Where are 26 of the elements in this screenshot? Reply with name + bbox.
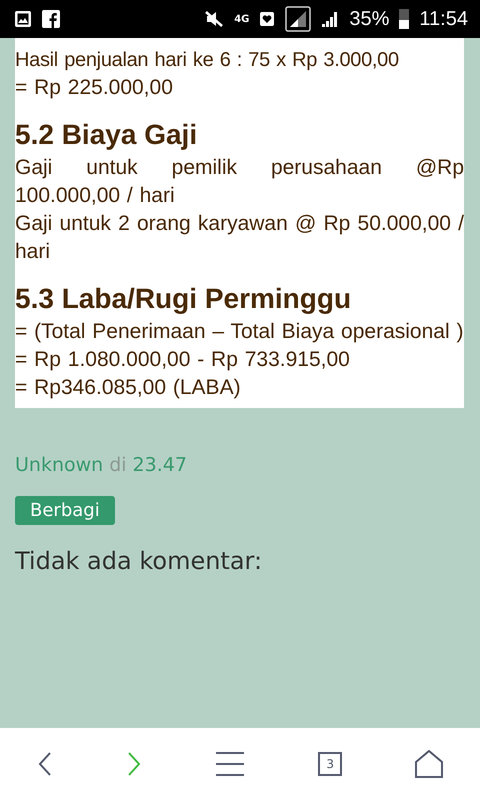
back-icon[interactable]	[36, 751, 53, 777]
facebook-icon	[42, 10, 60, 28]
article-text: = Rp 225.000,00	[15, 75, 174, 101]
gallery-icon	[14, 10, 32, 28]
article-text: Gaji untuk pemilik perusahaan @Rp 100.000,00 / hari	[15, 155, 464, 209]
author-link[interactable]: Unknown	[15, 454, 104, 476]
article-text: Hasil penjualan hari ke 6 : 75 x Rp 3.000,00	[15, 48, 400, 73]
article-text: Gaji untuk 2 orang karyawan @ Rp 50.000,00 / hari	[15, 211, 464, 265]
article-text: = (Total Penerimaan – Total Biaya operasional )	[15, 319, 464, 345]
clock: 11:54	[419, 8, 468, 30]
section-heading: 5.2 Biaya Gaji	[15, 118, 198, 152]
network-label: 4G	[234, 14, 250, 24]
mute-icon	[204, 10, 224, 28]
home-icon[interactable]	[415, 750, 444, 778]
article-text: = Rp346.085,00 (LABA)	[15, 375, 242, 401]
battery-icon	[399, 9, 410, 29]
share-button[interactable]: Berbagi	[15, 496, 115, 525]
battery-percent: 35%	[349, 8, 390, 30]
menu-icon[interactable]	[214, 751, 245, 777]
section-heading: 5.3 Laba/Rugi Perminggu	[15, 282, 352, 316]
post-time-link[interactable]: 23.47	[132, 454, 187, 476]
article-text: = Rp 1.080.000,00 - Rp 733.915,00	[15, 347, 351, 373]
signal-icon	[321, 10, 340, 28]
tabs-button[interactable]: 3	[318, 752, 342, 776]
signal-icon	[285, 6, 312, 32]
comments-heading: Tidak ada komentar:	[15, 547, 264, 575]
